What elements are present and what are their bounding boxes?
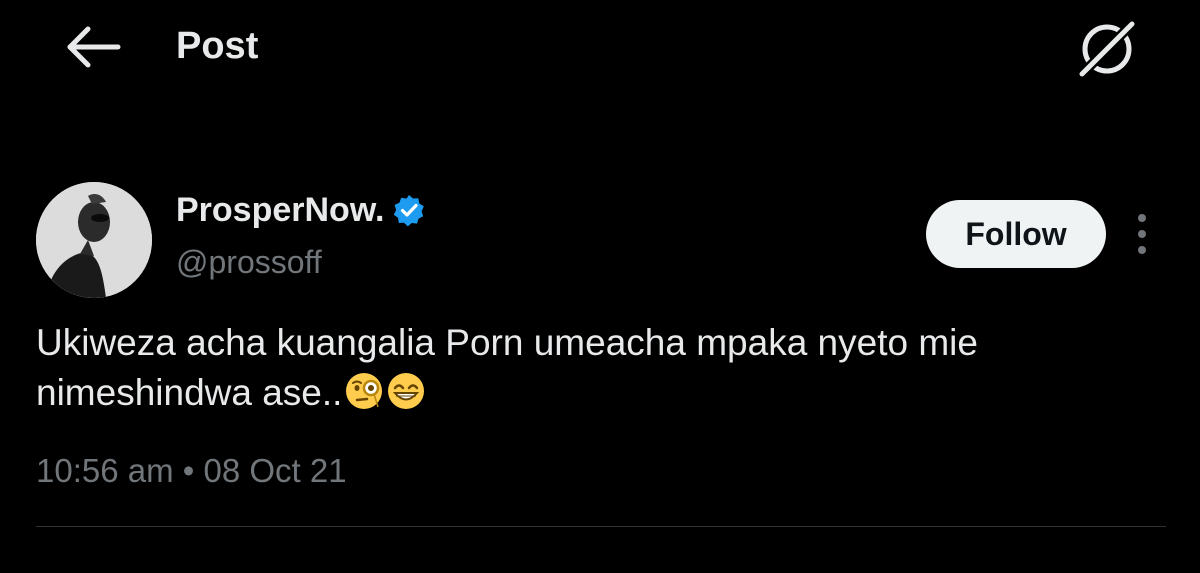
more-options-button[interactable] (1124, 208, 1160, 260)
divider (36, 526, 1166, 527)
verified-badge-icon (394, 195, 425, 227)
follow-button[interactable]: Follow (926, 200, 1106, 268)
page-title: Post (176, 25, 259, 67)
author-name-row[interactable]: ProsperNow. (176, 188, 426, 232)
post-time[interactable]: 10:56 am (36, 452, 174, 489)
grok-slash-icon (1075, 17, 1139, 81)
author-photo (36, 182, 152, 298)
meta-separator: • (182, 452, 195, 489)
post-meta: 10:56 am • 08 Oct 21 (36, 448, 347, 494)
more-vertical-icon (1138, 214, 1146, 254)
author-handle[interactable]: @prossoff (176, 240, 322, 284)
face-with-monocle-emoji (346, 373, 383, 409)
back-button[interactable] (60, 22, 128, 72)
post-date[interactable]: 08 Oct 21 (204, 452, 347, 489)
author-name[interactable]: ProsperNow. (176, 188, 384, 232)
post-text: Ukiweza acha kuangalia Porn umeacha mpak… (36, 318, 1156, 418)
grok-button[interactable] (1070, 16, 1144, 82)
beaming-face-emoji (388, 373, 425, 409)
post-text-body: Ukiweza acha kuangalia Porn umeacha mpak… (36, 322, 978, 413)
avatar[interactable] (36, 182, 152, 298)
top-bar: Post (0, 0, 1200, 96)
arrow-left-icon (67, 26, 121, 68)
